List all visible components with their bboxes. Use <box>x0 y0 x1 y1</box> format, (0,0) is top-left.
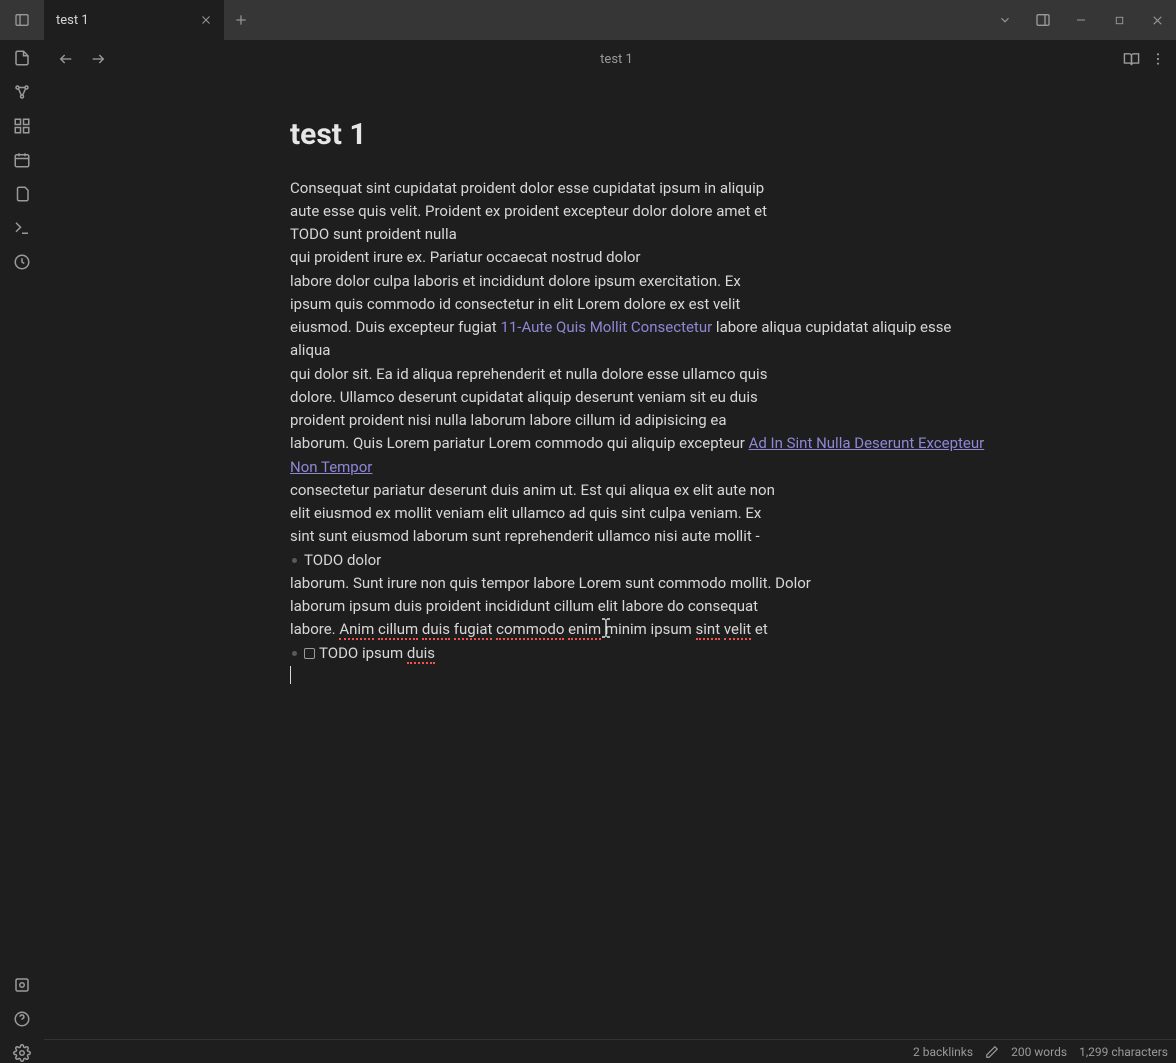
editor-scroll[interactable]: test 1 Consequat sint cupidatat proident… <box>44 78 1176 1039</box>
status-bar: 2 backlinks 200 words 1,299 characters <box>44 1039 1176 1063</box>
note-line[interactable]: TODO sunt proident nulla <box>290 223 990 246</box>
note-line[interactable]: dolore. Ullamco deserunt cupidatat aliqu… <box>290 386 990 409</box>
ribbon-recent[interactable] <box>12 252 32 272</box>
editor-content[interactable]: test 1 Consequat sint cupidatat proident… <box>290 78 990 748</box>
titlebar-spacer <box>258 0 986 40</box>
note-line[interactable]: TODO ipsum duis <box>290 642 990 665</box>
graph-icon <box>13 83 31 101</box>
calendar-icon <box>13 151 31 169</box>
internal-link[interactable]: 11-Aute Quis Mollit Consectetur <box>500 318 712 336</box>
note-line[interactable]: labore dolor culpa laboris et incididunt… <box>290 270 990 293</box>
settings-icon <box>13 1044 31 1062</box>
panel-right-icon <box>1035 12 1051 28</box>
more-options-button[interactable] <box>1150 51 1166 68</box>
main-pane: test 1 test 1 Consequat sint cupidatat p… <box>44 40 1176 1063</box>
tab-add-button[interactable] <box>224 0 258 40</box>
status-chars-text: 1,299 characters <box>1079 1045 1168 1059</box>
ribbon-vault[interactable] <box>12 975 32 995</box>
note-line[interactable]: sint sunt eiusmod laborum sunt reprehend… <box>290 525 990 548</box>
window-close[interactable] <box>1138 0 1176 40</box>
note-line[interactable]: eiusmod. Duis excepteur fugiat 11-Aute Q… <box>290 316 990 363</box>
note-line[interactable]: aute esse quis velit. Proident ex proide… <box>290 200 990 223</box>
window-controls <box>986 0 1176 40</box>
right-panel-toggle[interactable] <box>1024 0 1062 40</box>
note-line[interactable]: elit eiusmod ex mollit veniam elit ullam… <box>290 502 990 525</box>
note-line[interactable]: Consequat sint cupidatat proident dolor … <box>290 177 990 200</box>
tab-close-button[interactable] <box>200 14 212 26</box>
files-icon <box>13 185 31 203</box>
help-icon <box>13 1010 31 1028</box>
titlebar: test 1 <box>0 0 1176 40</box>
task-checkbox[interactable] <box>304 648 315 659</box>
status-edit-mode[interactable] <box>985 1045 999 1059</box>
view-actions <box>1123 51 1166 68</box>
ribbon-files[interactable] <box>12 184 32 204</box>
tab-active[interactable]: test 1 <box>44 0 224 40</box>
tab-history-button[interactable] <box>986 0 1024 40</box>
arrow-right-icon <box>90 51 106 67</box>
note-line[interactable]: laborum. Sunt irure non quis tempor labo… <box>290 572 990 595</box>
left-ribbon <box>0 40 44 1063</box>
status-words-text: 200 words <box>1011 1045 1067 1059</box>
sidebar-toggle-button[interactable] <box>0 0 44 40</box>
note-line[interactable]: laborum ipsum duis proident incididunt c… <box>290 595 990 618</box>
text-cursor <box>290 666 291 684</box>
note-heading[interactable]: test 1 <box>290 112 990 159</box>
status-char-count[interactable]: 1,299 characters <box>1079 1045 1168 1059</box>
ribbon-daily[interactable] <box>12 150 32 170</box>
status-backlinks-text: 2 backlinks <box>913 1045 973 1059</box>
tab-title: test 1 <box>56 13 192 28</box>
view-header: test 1 <box>44 40 1176 78</box>
file-plus-icon <box>13 49 31 67</box>
nav-forward-button[interactable] <box>86 51 110 67</box>
note-line[interactable]: consectetur pariatur deserunt duis anim … <box>290 479 990 502</box>
window-maximize[interactable] <box>1100 0 1138 40</box>
arrow-left-icon <box>58 51 74 67</box>
app-root: test 1 <box>0 0 1176 1063</box>
view-title[interactable]: test 1 <box>118 52 1115 67</box>
grid-icon <box>13 117 31 135</box>
close-icon <box>1151 14 1164 27</box>
minimize-icon <box>1075 14 1087 26</box>
note-body[interactable]: Consequat sint cupidatat proident dolor … <box>290 177 990 665</box>
vault-icon <box>13 976 31 994</box>
note-line[interactable]: qui proident irure ex. Pariatur occaecat… <box>290 246 990 269</box>
panel-left-icon <box>14 12 30 28</box>
book-open-icon <box>1123 51 1140 68</box>
note-line[interactable]: qui dolor sit. Ea id aliqua reprehenderi… <box>290 363 990 386</box>
tab-strip: test 1 <box>44 0 258 40</box>
note-line[interactable]: proident proident nisi nulla laborum lab… <box>290 409 990 432</box>
close-icon <box>200 14 212 26</box>
note-line[interactable]: labore. Anim cillum duis fugiat commodo … <box>290 618 990 641</box>
ribbon-settings[interactable] <box>12 1043 32 1063</box>
status-backlinks[interactable]: 2 backlinks <box>913 1045 973 1059</box>
pen-icon <box>985 1045 999 1059</box>
ribbon-command[interactable] <box>12 218 32 238</box>
nav-back-button[interactable] <box>54 51 78 67</box>
ribbon-graph[interactable] <box>12 82 32 102</box>
window-minimize[interactable] <box>1062 0 1100 40</box>
terminal-icon <box>13 219 31 237</box>
plus-icon <box>234 13 248 27</box>
note-line[interactable]: laborum. Quis Lorem pariatur Lorem commo… <box>290 432 990 479</box>
chevron-down-icon <box>998 13 1012 27</box>
status-word-count[interactable]: 200 words <box>1011 1045 1067 1059</box>
maximize-icon <box>1114 15 1125 26</box>
clock-icon <box>13 253 31 271</box>
reading-mode-button[interactable] <box>1123 51 1140 68</box>
more-vertical-icon <box>1150 51 1166 67</box>
ribbon-help[interactable] <box>12 1009 32 1029</box>
workspace: test 1 test 1 Consequat sint cupidatat p… <box>0 40 1176 1063</box>
ribbon-new-note[interactable] <box>12 48 32 68</box>
ribbon-canvas[interactable] <box>12 116 32 136</box>
note-line[interactable]: TODO dolor <box>290 549 990 572</box>
note-line[interactable]: ipsum quis commodo id consectetur in eli… <box>290 293 990 316</box>
